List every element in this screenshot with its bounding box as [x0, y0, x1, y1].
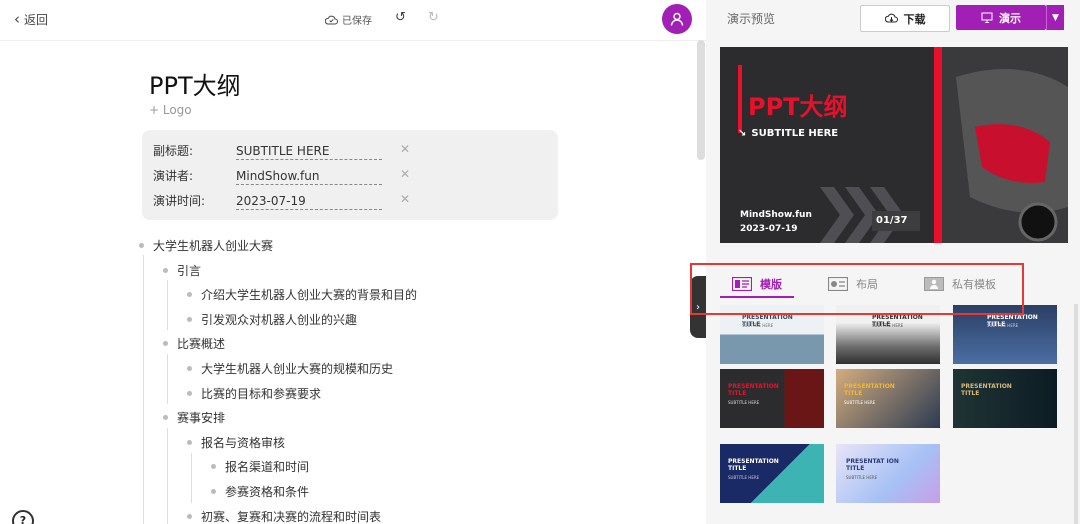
add-logo-button[interactable]: + Logo	[149, 103, 192, 117]
outline-bullet[interactable]	[187, 292, 192, 298]
outline-item[interactable]: 大学生机器人创业大赛的规模和历史	[201, 360, 393, 377]
outline-item[interactable]: 参赛资格和条件	[225, 483, 309, 500]
outline-bullet[interactable]	[163, 415, 168, 421]
slide-author: MindShow.fun	[740, 210, 812, 220]
meta-label: 副标题:	[153, 144, 194, 158]
template-title: PRESENTATION TITLE	[961, 383, 1012, 397]
slide-date: 2023-07-19	[740, 224, 798, 234]
template-title: PRESENTATION TITLE	[728, 383, 779, 397]
meta-row-speaker: 演讲者: MindShow.fun ✕	[153, 167, 410, 185]
slide-title: PPT大纲	[748, 93, 848, 121]
caret-down-icon: ▼	[1052, 12, 1059, 23]
editor-toolbar: ‹ 返回 已保存 ↺ ↻	[0, 0, 706, 41]
template-subtitle: SUBTITLE HERE	[728, 400, 760, 405]
slide-counter: 01/37	[876, 215, 908, 226]
cloud-download-icon	[884, 13, 898, 23]
outline-item[interactable]: 报名与资格审核	[201, 434, 285, 451]
outline-item[interactable]: 引言	[177, 262, 201, 279]
preview-title: 演示预览	[727, 12, 776, 26]
template-title: PRESENTATION TITLE	[728, 458, 779, 472]
outline-bullet[interactable]	[211, 464, 216, 470]
download-label: 下载	[903, 12, 926, 26]
redo-icon: ↻	[428, 10, 439, 25]
help-icon[interactable]: ?	[12, 510, 34, 524]
meta-label: 演讲时间:	[153, 194, 206, 208]
template-subtitle: SUBTITLE HERE	[872, 323, 904, 328]
template-title: PRESENTATION TITLE	[844, 383, 895, 397]
outline-item[interactable]: 比赛概述	[177, 335, 225, 352]
document-title[interactable]: PPT大纲	[149, 66, 241, 101]
chevron-left-icon: ‹	[14, 10, 20, 28]
outline-item[interactable]: 引发观众对机器人创业的兴趣	[201, 311, 357, 328]
outline-bullet[interactable]	[187, 513, 192, 519]
template-subtitle: SUBTITLE HERE	[987, 323, 1019, 328]
template-thumbnail[interactable]: PRESENTATION TITLE SUBTITLE HERE	[836, 369, 940, 428]
preview-panel: 演示预览 下载 演示 ▼ PPT大纲 ↘ SUBTITLE HERE MindS…	[706, 0, 1080, 524]
template-thumbnail[interactable]: PRESENTATION TITLE	[953, 369, 1057, 428]
clear-icon[interactable]: ✕	[400, 167, 410, 181]
arrow-down-right-icon: ↘	[738, 128, 747, 139]
outline-guide	[191, 453, 192, 503]
outline-bullet[interactable]	[211, 489, 216, 494]
outline-item[interactable]: 报名渠道和时间	[225, 458, 309, 475]
download-button[interactable]: 下载	[860, 5, 950, 32]
outline-item[interactable]: 介绍大学生机器人创业大赛的背景和目的	[201, 286, 417, 303]
meta-row-date: 演讲时间: 2023-07-19 ✕	[153, 192, 410, 210]
speaker-field[interactable]: MindShow.fun	[236, 169, 382, 185]
template-subtitle: SUBTITLE HERE	[742, 323, 774, 328]
tabs-highlight-box	[690, 263, 1024, 315]
clear-icon[interactable]: ✕	[400, 142, 410, 156]
saved-status: 已保存	[325, 12, 372, 27]
template-thumbnail[interactable]: PRESENTAT ION TITLE SUBTITLE HERE	[836, 444, 940, 503]
template-title: PRESENTAT ION TITLE	[846, 458, 899, 472]
template-scrollbar[interactable]	[1074, 304, 1078, 524]
user-icon	[670, 12, 684, 26]
template-subtitle: SUBTITLE HERE	[846, 475, 878, 480]
present-icon	[981, 12, 993, 23]
editor-scrollbar[interactable]	[697, 40, 705, 160]
slide-subtitle-group: ↘ SUBTITLE HERE	[738, 128, 838, 139]
meta-row-subtitle: 副标题: SUBTITLE HERE ✕	[153, 142, 410, 160]
cloud-check-icon	[325, 15, 338, 24]
outline-bullet[interactable]	[187, 316, 192, 322]
outline-item[interactable]: 赛事安排	[177, 409, 225, 426]
meta-label: 演讲者:	[153, 169, 194, 183]
outline-bullet[interactable]	[187, 366, 192, 371]
outline-bullet[interactable]	[139, 243, 144, 248]
undo-button[interactable]: ↺	[395, 10, 406, 25]
present-options-button[interactable]: ▼	[1046, 5, 1064, 30]
outline-guide	[167, 428, 168, 524]
undo-icon: ↺	[395, 10, 406, 25]
redo-button[interactable]: ↻	[428, 10, 439, 25]
back-button[interactable]: ‹ 返回	[14, 10, 48, 28]
outline-bullet[interactable]	[187, 390, 192, 396]
outline-bullet[interactable]	[187, 439, 192, 445]
present-label: 演示	[999, 11, 1021, 25]
template-thumbnail[interactable]: PRESENTATION TITLE SUBTITLE HERE	[720, 369, 824, 428]
user-avatar[interactable]	[662, 4, 692, 34]
slide-subtitle: SUBTITLE HERE	[751, 128, 839, 139]
present-button[interactable]: 演示	[956, 5, 1046, 30]
clear-icon[interactable]: ✕	[400, 192, 410, 206]
back-label: 返回	[24, 12, 49, 27]
outline-guide	[167, 280, 168, 330]
template-subtitle: SUBTITLE HERE	[844, 400, 876, 405]
outline-bullet[interactable]	[163, 267, 168, 273]
outline-item[interactable]: 初赛、复赛和决赛的流程和时间表	[201, 508, 381, 524]
slide-preview[interactable]: PPT大纲 ↘ SUBTITLE HERE MindShow.fun 2023-…	[720, 47, 1068, 243]
outline-bullet[interactable]	[163, 341, 168, 347]
template-subtitle: SUBTITLE HERE	[728, 475, 760, 480]
saved-label: 已保存	[342, 16, 372, 27]
template-thumbnail[interactable]: PRESENTATION TITLE SUBTITLE HERE	[720, 444, 824, 503]
outline-guide	[167, 354, 168, 404]
meta-fields: 副标题: SUBTITLE HERE ✕ 演讲者: MindShow.fun ✕ 演…	[142, 130, 558, 220]
subtitle-field[interactable]: SUBTITLE HERE	[236, 144, 382, 160]
date-field[interactable]: 2023-07-19	[236, 194, 382, 210]
outline-item[interactable]: 大学生机器人创业大赛	[153, 237, 273, 254]
outline-item[interactable]: 比赛的目标和参赛要求	[201, 385, 321, 402]
outline-guide	[143, 255, 144, 524]
outline-editor: ‹ 返回 已保存 ↺ ↻ PPT大纲 + Logo 副标题: SUBTITLE H…	[0, 0, 706, 524]
